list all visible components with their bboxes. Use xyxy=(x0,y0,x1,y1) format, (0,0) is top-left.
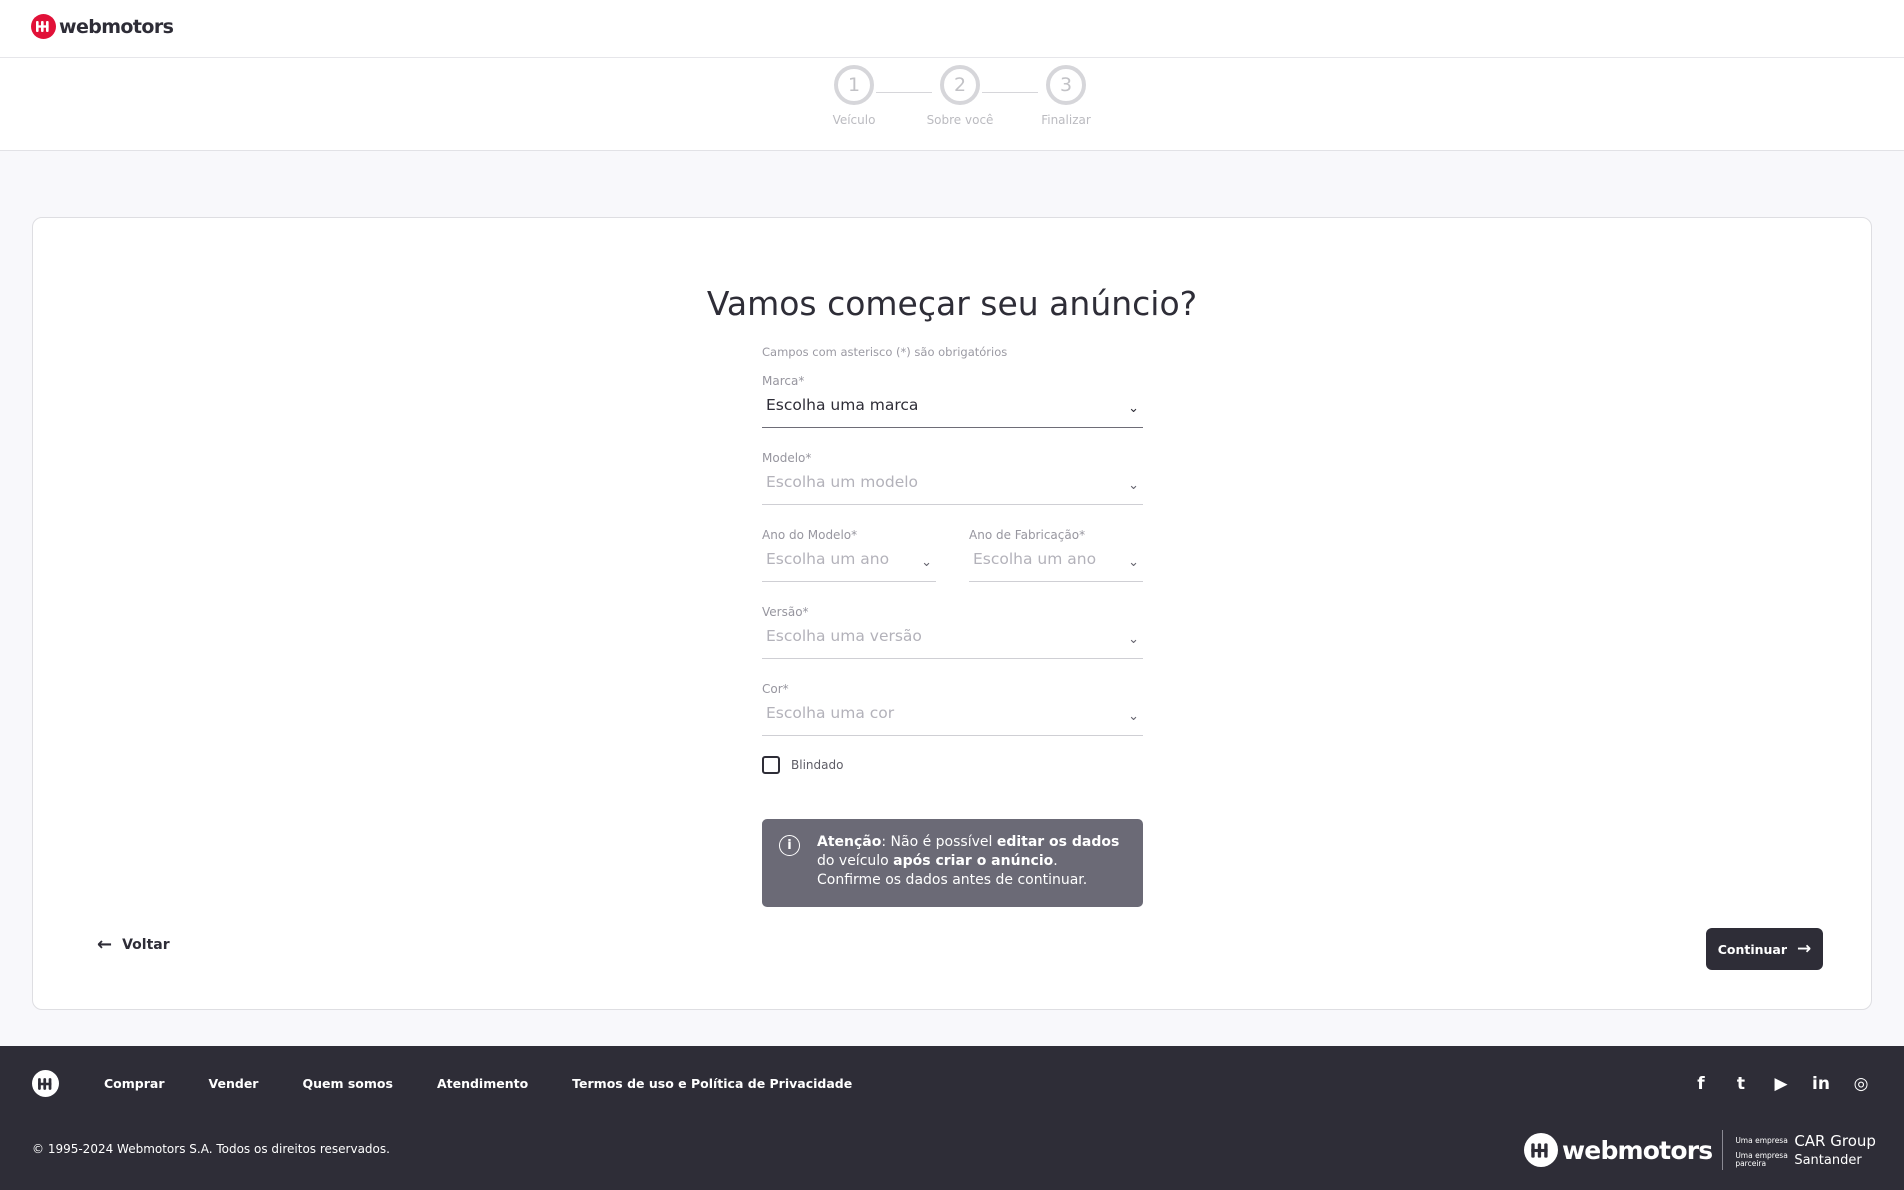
social-links: f t ▶ in ◎ xyxy=(1688,1073,1874,1095)
step-number: 2 xyxy=(940,65,980,105)
company-label: Uma empresa xyxy=(1735,1136,1788,1145)
required-fields-note: Campos com asterisco (*) são obrigatório… xyxy=(762,345,1008,359)
model-year-select[interactable]: Escolha um ano ⌄ xyxy=(762,546,936,582)
vehicle-form-card: Vamos começar seu anúncio? Campos com as… xyxy=(32,217,1872,1010)
step-about-you: 2 Sobre você xyxy=(910,65,1010,127)
model-field: Modelo* Escolha um modelo ⌄ xyxy=(762,451,1143,505)
instagram-icon[interactable]: ◎ xyxy=(1848,1073,1874,1095)
page-title: Vamos começar seu anúncio? xyxy=(706,284,1198,323)
info-icon: i xyxy=(779,835,800,856)
alert-text: : Não é possível xyxy=(881,834,997,850)
model-year-field: Ano do Modelo* Escolha um ano ⌄ xyxy=(762,528,936,582)
chevron-down-icon: ⌄ xyxy=(1128,709,1139,724)
model-year-label: Ano do Modelo* xyxy=(762,528,858,542)
brand-field: Marca* Escolha uma marca ⌄ xyxy=(762,374,1143,428)
arrow-right-icon: → xyxy=(1797,938,1812,959)
car-group-credit: Uma empresa CAR Group xyxy=(1735,1132,1876,1150)
webmotors-logo-icon xyxy=(31,14,56,39)
step-number: 1 xyxy=(834,65,874,105)
color-label: Cor* xyxy=(762,682,789,696)
color-field: Cor* Escolha uma cor ⌄ xyxy=(762,682,1143,736)
santander-logo: Santander xyxy=(1794,1152,1862,1168)
back-button-label: Voltar xyxy=(122,937,170,953)
footer-link-comprar[interactable]: Comprar xyxy=(104,1076,165,1091)
step-label: Finalizar xyxy=(1041,113,1091,127)
webmotors-brand-icon xyxy=(1524,1133,1558,1167)
vehicle-form: Campos com asterisco (*) são obrigatório… xyxy=(762,345,1143,907)
back-button[interactable]: ← Voltar xyxy=(97,936,170,954)
chevron-down-icon: ⌄ xyxy=(1128,632,1139,647)
brand-label: Marca* xyxy=(762,374,805,388)
santander-credit: Uma empresa parceira Santander xyxy=(1735,1152,1876,1168)
footer-link-atendimento[interactable]: Atendimento xyxy=(437,1076,528,1091)
color-select[interactable]: Escolha uma cor ⌄ xyxy=(762,700,1143,736)
footer-brand-text: webmotors xyxy=(1562,1135,1713,1165)
version-field: Versão* Escolha uma versão ⌄ xyxy=(762,605,1143,659)
youtube-icon[interactable]: ▶ xyxy=(1768,1073,1794,1095)
webmotors-footer-icon[interactable] xyxy=(32,1070,59,1097)
color-placeholder: Escolha uma cor xyxy=(766,704,895,722)
twitter-icon[interactable]: t xyxy=(1728,1073,1754,1095)
continue-button-label: Continuar xyxy=(1717,941,1788,957)
manufacture-year-label: Ano de Fabricação* xyxy=(969,528,1086,542)
chevron-down-icon: ⌄ xyxy=(1128,555,1139,570)
footer-nav: Comprar Vender Quem somos Atendimento Te… xyxy=(104,1076,852,1091)
warning-alert: i Atenção: Não é possível editar os dado… xyxy=(762,819,1143,907)
manufacture-year-select[interactable]: Escolha um ano ⌄ xyxy=(969,546,1143,582)
logo-text: webmotors xyxy=(59,15,174,38)
version-label: Versão* xyxy=(762,605,809,619)
alert-text-bold: Atenção xyxy=(817,834,882,850)
footer-link-vender[interactable]: Vender xyxy=(209,1076,259,1091)
chevron-down-icon: ⌄ xyxy=(921,555,932,570)
brand-select[interactable]: Escolha uma marca ⌄ xyxy=(762,392,1143,428)
partner-label: Uma empresa parceira xyxy=(1735,1151,1788,1168)
manufacture-year-field: Ano de Fabricação* Escolha um ano ⌄ xyxy=(969,528,1143,582)
armored-label: Blindado xyxy=(791,758,844,772)
armored-checkbox[interactable] xyxy=(762,756,780,774)
alert-text-bold: após criar o anúncio xyxy=(893,853,1054,869)
version-placeholder: Escolha uma versão xyxy=(766,627,922,645)
footer-brand: webmotors Uma empresa CAR Group Uma empr… xyxy=(1524,1130,1876,1170)
alert-text-bold: editar os dados xyxy=(996,834,1120,850)
model-select-placeholder: Escolha um modelo xyxy=(766,473,919,491)
car-group-logo: CAR Group xyxy=(1794,1132,1876,1150)
step-label: Veículo xyxy=(832,113,876,127)
linkedin-icon[interactable]: in xyxy=(1808,1073,1834,1095)
step-number: 3 xyxy=(1046,65,1086,105)
model-year-placeholder: Escolha um ano xyxy=(766,550,890,568)
chevron-down-icon: ⌄ xyxy=(1128,401,1139,416)
progress-stepper: 1 Veículo 2 Sobre você 3 Finalizar xyxy=(0,58,1904,151)
footer-link-quem-somos[interactable]: Quem somos xyxy=(302,1076,392,1091)
page-footer: Comprar Vender Quem somos Atendimento Te… xyxy=(0,1046,1904,1190)
webmotors-logo[interactable]: webmotors xyxy=(31,14,174,39)
chevron-down-icon: ⌄ xyxy=(1128,478,1139,493)
step-vehicle: 1 Veículo xyxy=(804,65,904,127)
copyright-text: © 1995-2024 Webmotors S.A. Todos os dire… xyxy=(32,1142,390,1156)
footer-link-terms[interactable]: Termos de uso e Política de Privacidade xyxy=(572,1076,852,1091)
manufacture-year-placeholder: Escolha um ano xyxy=(973,550,1097,568)
brand-divider xyxy=(1722,1130,1724,1170)
armored-option[interactable]: Blindado xyxy=(762,756,843,774)
brand-select-value: Escolha uma marca xyxy=(766,396,919,414)
top-header: webmotors xyxy=(0,0,1904,58)
alert-text: do veículo xyxy=(817,853,894,869)
version-select[interactable]: Escolha uma versão ⌄ xyxy=(762,623,1143,659)
arrow-left-icon: ← xyxy=(97,934,113,955)
facebook-icon[interactable]: f xyxy=(1688,1073,1714,1095)
step-finish: 3 Finalizar xyxy=(1016,65,1116,127)
model-select[interactable]: Escolha um modelo ⌄ xyxy=(762,469,1143,505)
model-label: Modelo* xyxy=(762,451,812,465)
continue-button[interactable]: Continuar → xyxy=(1706,928,1823,970)
step-label: Sobre você xyxy=(926,113,994,127)
